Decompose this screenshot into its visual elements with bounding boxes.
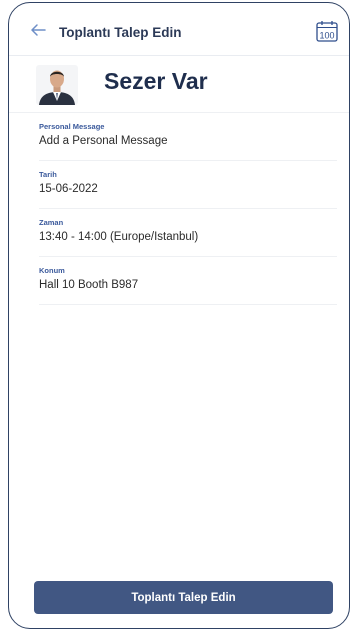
location-field: Konum Hall 10 Booth B987 <box>39 257 337 305</box>
request-meeting-button[interactable]: Toplantı Talep Edin <box>34 581 333 614</box>
calendar-badge: 100 <box>319 31 334 41</box>
field-value: Hall 10 Booth B987 <box>39 279 139 291</box>
time-field: Zaman 13:40 - 14:00 (Europe/Istanbul) <box>39 209 337 257</box>
avatar <box>36 65 78 105</box>
field-value: 13:40 - 14:00 (Europe/Istanbul) <box>39 231 199 243</box>
phone-frame: Toplantı Talep Edin 100 Sezer Var Person… <box>8 2 350 629</box>
date-field: Tarih 15-06-2022 <box>39 161 337 209</box>
field-label: Tarih <box>39 170 57 179</box>
field-label: Konum <box>39 266 65 275</box>
profile-section: Sezer Var <box>9 56 349 113</box>
back-arrow-icon[interactable] <box>29 21 47 39</box>
personal-message-field[interactable]: Personal Message Add a Personal Message <box>39 113 337 161</box>
top-bar: Toplantı Talep Edin 100 <box>9 3 349 56</box>
field-value: 15-06-2022 <box>39 183 98 195</box>
profile-name: Sezer Var <box>104 68 208 94</box>
field-label: Personal Message <box>39 122 105 131</box>
personal-message-input[interactable]: Add a Personal Message <box>39 135 168 147</box>
field-label: Zaman <box>39 218 64 227</box>
calendar-icon[interactable]: 100 <box>315 19 339 43</box>
page-title: Toplantı Talep Edin <box>59 25 182 40</box>
